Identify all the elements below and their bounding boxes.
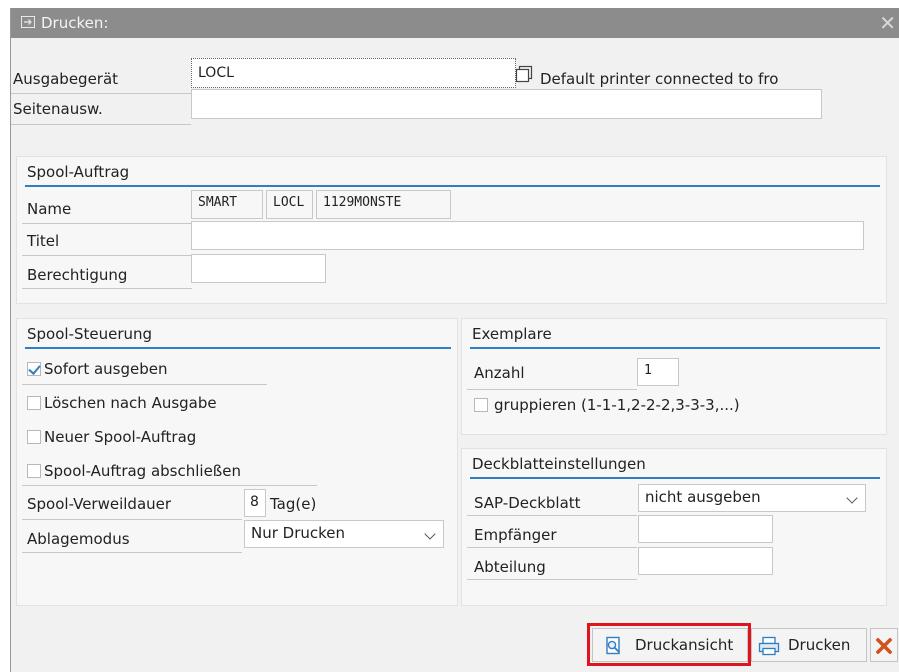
checkbox-group-copies[interactable]: gruppieren (1-1-1,2-2-2,3-3-3,...) <box>474 395 794 419</box>
spool-control-heading: Spool-Steuerung <box>27 325 153 343</box>
recipient-input[interactable] <box>638 515 773 543</box>
checkbox-box[interactable] <box>27 396 41 410</box>
window-menu-icon[interactable] <box>21 16 35 28</box>
chevron-down-icon <box>424 528 436 540</box>
cover-settings-heading: Deckblatteinstellungen <box>472 455 646 473</box>
job-name-part2[interactable]: LOCL <box>266 190 313 219</box>
retention-label: Spool-Verweildauer <box>27 495 172 513</box>
checkbox-box[interactable] <box>27 430 41 444</box>
checkbox-label: Sofort ausgeben <box>44 360 168 378</box>
divider <box>467 547 637 548</box>
highlight-box <box>587 623 751 666</box>
retention-input[interactable]: 8 <box>244 489 266 517</box>
divider <box>467 579 637 580</box>
authorization-input[interactable] <box>191 254 326 283</box>
job-title-label: Titel <box>27 232 60 250</box>
divider <box>11 93 191 94</box>
sap-cover-select[interactable]: nicht ausgeben <box>638 484 866 512</box>
copies-group: Exemplare Anzahl 1 gruppieren (1-1-1,2-2… <box>461 318 887 435</box>
spool-job-group: Spool-Auftrag Name SMART LOCL 1129MONSTE… <box>16 156 887 304</box>
group-divider <box>25 347 451 349</box>
divider <box>22 223 192 224</box>
divider <box>467 389 637 390</box>
department-input[interactable] <box>638 547 773 575</box>
checkbox-box[interactable] <box>27 362 41 376</box>
copies-count-input[interactable]: 1 <box>637 358 679 386</box>
divider <box>22 384 267 385</box>
cancel-button[interactable] <box>870 628 898 662</box>
group-divider <box>470 477 880 479</box>
pages-label: Seitenausw. <box>13 100 103 118</box>
divider <box>22 288 192 289</box>
copies-count-label: Anzahl <box>474 364 525 382</box>
printer-icon <box>758 636 780 656</box>
storage-mode-value: Nur Drucken <box>251 524 346 542</box>
sap-cover-label: SAP-Deckblatt <box>474 494 581 512</box>
chevron-down-icon <box>846 492 858 504</box>
recipient-label: Empfänger <box>474 526 557 544</box>
divider <box>22 519 242 520</box>
checkbox-box[interactable] <box>27 464 41 478</box>
checkbox-delete-after-output[interactable]: Löschen nach Ausgabe <box>27 393 267 417</box>
job-title-input[interactable] <box>191 221 864 250</box>
department-label: Abteilung <box>474 558 546 576</box>
group-divider <box>25 185 880 187</box>
checkbox-close-spool-job[interactable]: Spool-Auftrag abschließen <box>27 461 307 485</box>
divider <box>22 485 317 486</box>
divider <box>22 255 192 256</box>
checkbox-new-spool-job[interactable]: Neuer Spool-Auftrag <box>27 427 267 451</box>
copies-heading: Exemplare <box>472 325 552 343</box>
print-dialog: Drucken: ✕ Ausgabegerät LOCL Default pri… <box>10 8 899 672</box>
checkbox-label: gruppieren (1-1-1,2-2-2,3-3-3,...) <box>494 396 740 414</box>
close-icon[interactable]: ✕ <box>879 11 896 35</box>
divider <box>11 124 191 125</box>
storage-mode-label: Ablagemodus <box>27 530 130 548</box>
authorization-label: Berechtigung <box>27 266 128 284</box>
device-description: Default printer connected to fro <box>540 70 779 88</box>
job-name-part1[interactable]: SMART <box>191 190 263 219</box>
cover-settings-group: Deckblatteinstellungen SAP-Deckblatt nic… <box>461 448 887 606</box>
checkbox-label: Neuer Spool-Auftrag <box>44 428 197 446</box>
title-bar: Drucken: ✕ <box>11 8 899 38</box>
cancel-icon <box>876 638 892 654</box>
print-label: Drucken <box>788 636 851 654</box>
storage-mode-select[interactable]: Nur Drucken <box>244 520 444 548</box>
retention-unit: Tag(e) <box>270 495 317 513</box>
device-label: Ausgabegerät <box>13 70 119 88</box>
spool-control-group: Spool-Steuerung Sofort ausgeben Löschen … <box>16 318 458 606</box>
window-title: Drucken: <box>41 14 109 32</box>
group-divider <box>470 347 880 349</box>
pages-input[interactable] <box>191 89 822 119</box>
sap-cover-value: nicht ausgeben <box>645 488 761 506</box>
checkbox-label: Spool-Auftrag abschließen <box>44 462 241 480</box>
value-help-icon[interactable] <box>514 65 536 83</box>
checkbox-box[interactable] <box>474 398 488 412</box>
checkbox-label: Löschen nach Ausgabe <box>44 394 217 412</box>
divider <box>22 552 242 553</box>
job-name-label: Name <box>27 200 72 218</box>
spool-job-heading: Spool-Auftrag <box>27 163 130 181</box>
print-button[interactable]: Drucken <box>751 628 867 662</box>
divider <box>467 515 637 516</box>
device-input[interactable]: LOCL <box>191 58 516 88</box>
job-name-part3[interactable]: 1129MONSTE <box>316 190 451 219</box>
checkbox-immediate[interactable]: Sofort ausgeben <box>27 359 267 383</box>
